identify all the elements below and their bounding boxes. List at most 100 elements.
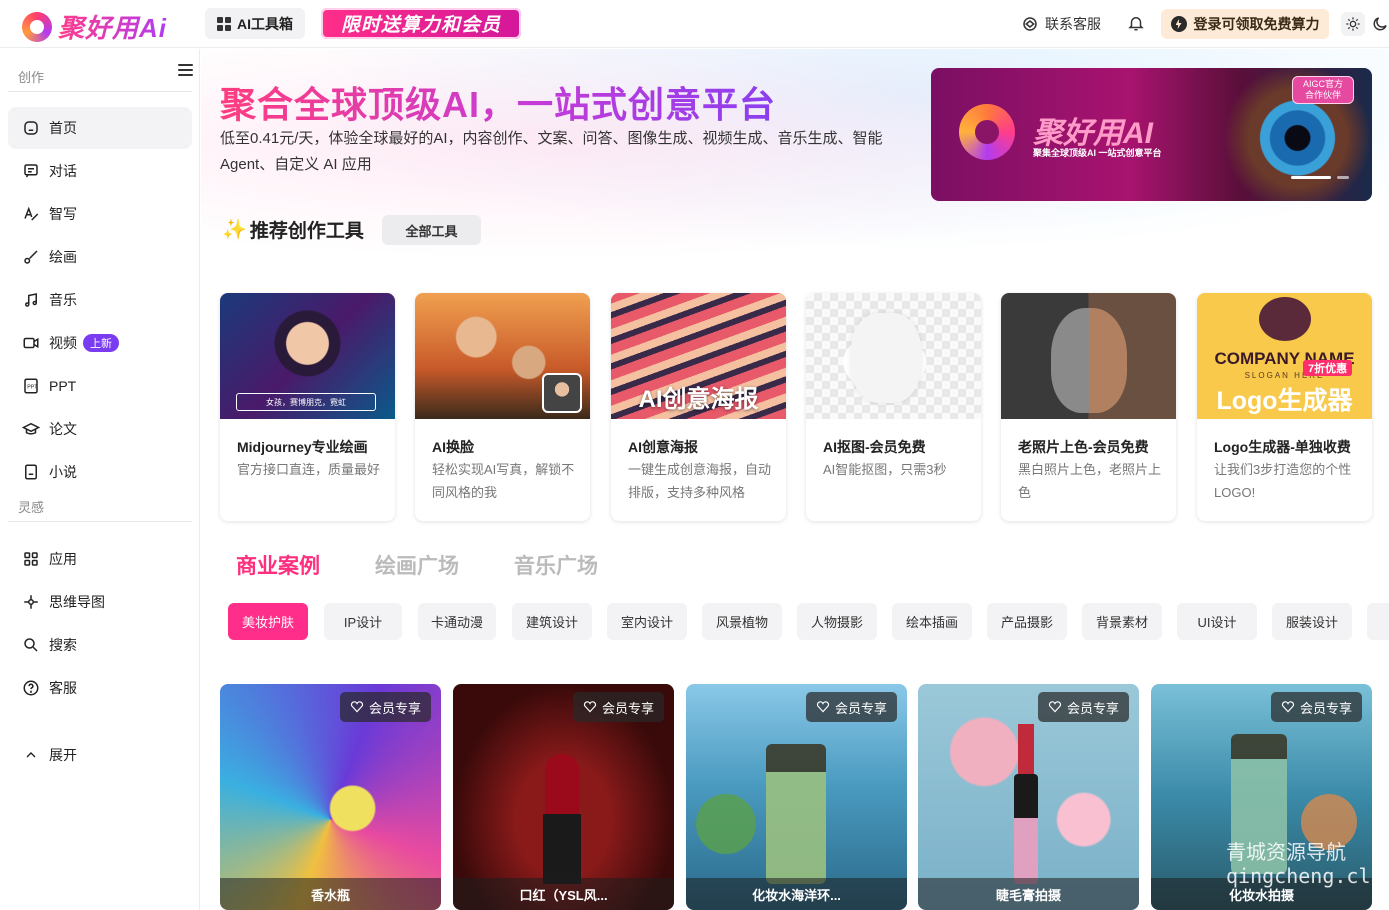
leaf-image: [696, 794, 756, 854]
tool-card-logo[interactable]: COMPANY NAME SLOGAN HERE Logo生成器 7折优惠 Lo…: [1197, 293, 1372, 521]
chip-cartoon[interactable]: 卡通动漫: [418, 603, 496, 640]
sidebar-item-write[interactable]: 智写: [8, 193, 192, 235]
help-icon: [22, 679, 40, 697]
vip-label: 会员专享: [601, 700, 654, 716]
chip-beauty[interactable]: 美妆护肤: [228, 603, 308, 640]
tool-card-faceswap[interactable]: AI换脸 轻松实现AI写真，解锁不同风格的我: [415, 293, 590, 521]
all-tools-button[interactable]: 全部工具: [382, 215, 481, 245]
sidebar-expand-button[interactable]: 展开: [8, 734, 192, 776]
sidebar-item-label: 论文: [49, 421, 77, 437]
bell-icon[interactable]: [1127, 14, 1145, 32]
chip-landscape[interactable]: 风景植物: [702, 603, 782, 640]
chip-portrait[interactable]: 人物摄影: [797, 603, 877, 640]
case-card-lipstick[interactable]: 会员专享 口红（YSL风...: [453, 684, 674, 910]
sidebar-item-apps[interactable]: 应用: [8, 538, 192, 580]
sidebar-item-label: 思维导图: [49, 594, 105, 610]
chip-ip-design[interactable]: IP设计: [324, 603, 402, 640]
carousel-dot[interactable]: [1337, 176, 1349, 179]
prompt-overlay: 女孩，赛博朋克，霓虹: [236, 393, 376, 411]
tool-card-cutout[interactable]: AI抠图-会员免费 AI智能抠图，只需3秒: [806, 293, 981, 521]
logo-text: 聚好用Ai: [58, 8, 167, 45]
case-caption: 香水瓶: [220, 878, 441, 910]
case-card-mascara[interactable]: 会员专享 睫毛膏拍摄: [918, 684, 1139, 910]
tool-card-midjourney[interactable]: 女孩，赛博朋克，霓虹 Midjourney专业绘画 官方接口直连，质量最好: [220, 293, 395, 521]
sidebar: 创作 首页 对话 智写 绘画 音乐 视频 上新 PPT PPT 论文 小说 灵感: [0, 49, 200, 910]
sidebar-item-home[interactable]: 首页: [8, 107, 192, 149]
chip-more[interactable]: [1367, 603, 1389, 640]
chip-background[interactable]: 背景素材: [1082, 603, 1162, 640]
new-badge: 上新: [83, 334, 119, 352]
light-mode-button[interactable]: [1341, 12, 1365, 36]
case-caption: 化妆水海洋环...: [686, 878, 907, 910]
case-card-perfume[interactable]: 会员专享 香水瓶: [220, 684, 441, 910]
tool-card-colorize[interactable]: 老照片上色-会员免费 黑白照片上色，老照片上色: [1001, 293, 1176, 521]
hero-title: 聚合全球顶级AI，一站式创意平台: [220, 76, 776, 128]
chip-fashion[interactable]: 服装设计: [1272, 603, 1352, 640]
chip-interior[interactable]: 室内设计: [607, 603, 687, 640]
sidebar-header: 创作: [8, 49, 193, 92]
watermark: 青城资源导航 qingcheng.club: [1226, 840, 1389, 888]
banner-tag-line1: AIGC官方: [1302, 79, 1343, 89]
sidebar-item-draw[interactable]: 绘画: [8, 236, 192, 278]
case-card-toner-ocean[interactable]: 会员专享 化妆水海洋环...: [686, 684, 907, 910]
login-button[interactable]: 登录可领取免费算力: [1161, 9, 1329, 39]
search-icon: [22, 636, 40, 654]
sidebar-item-label: 绘画: [49, 249, 77, 265]
ai-toolbox-button[interactable]: AI工具箱: [205, 8, 305, 39]
sidebar-item-ppt[interactable]: PPT PPT: [8, 365, 192, 407]
discount-badge: 7折优惠: [1303, 360, 1353, 376]
sidebar-item-mindmap[interactable]: 思维导图: [8, 581, 192, 623]
face-thumbnail: [542, 373, 582, 413]
case-caption: 口红（YSL风...: [453, 878, 674, 910]
tool-card-poster[interactable]: AI创意海报 AI创意海报 一键生成创意海报，自动排版，支持多种风格: [611, 293, 786, 521]
tool-image: [415, 293, 590, 419]
tab-music-square[interactable]: 音乐广场: [514, 550, 598, 580]
write-icon: [22, 205, 40, 223]
sparkle-icon: ✨: [222, 219, 247, 241]
login-button-label: 登录可领取免费算力: [1193, 16, 1320, 32]
brand-logo[interactable]: 聚好用Ai: [22, 8, 167, 45]
tab-drawing-square[interactable]: 绘画广场: [375, 550, 459, 580]
chip-architecture[interactable]: 建筑设计: [512, 603, 592, 640]
sidebar-item-video[interactable]: 视频 上新: [8, 322, 192, 364]
carousel-dot-active[interactable]: [1291, 176, 1331, 179]
logo-generator-text: Logo生成器: [1216, 387, 1353, 415]
sidebar-item-label: 小说: [49, 464, 77, 480]
poster-overlay-text: AI创意海报: [638, 386, 759, 413]
promo-carousel-banner[interactable]: 聚好用AI 聚集全球顶级AI 一站式创意平台 AIGC官方 合作伙伴: [931, 68, 1372, 201]
sidebar-item-paper[interactable]: 论文: [8, 408, 192, 450]
section-label-inspire: 灵感: [18, 500, 45, 515]
sidebar-item-support[interactable]: 客服: [8, 667, 192, 709]
chip-product[interactable]: 产品摄影: [987, 603, 1067, 640]
mascara-brush-image: [1018, 724, 1034, 774]
carousel-indicator[interactable]: [1291, 176, 1351, 180]
contact-support-button[interactable]: 联系客服: [1021, 14, 1101, 34]
sidebar-item-chat[interactable]: 对话: [8, 150, 192, 192]
contact-support-label: 联系客服: [1045, 16, 1101, 32]
graduation-cap-icon: [22, 420, 40, 438]
tool-name: Logo生成器-单独收费: [1214, 439, 1351, 455]
tool-name: AI换脸: [432, 439, 474, 455]
sidebar-item-music[interactable]: 音乐: [8, 279, 192, 321]
diamond-heart-icon: [1281, 701, 1295, 713]
ai-toolbox-label: AI工具箱: [237, 15, 293, 32]
chip-ui-design[interactable]: UI设计: [1177, 603, 1257, 640]
tool-name: AI抠图-会员免费: [823, 439, 926, 455]
moon-icon[interactable]: [1371, 15, 1389, 33]
tool-image: 女孩，赛博朋克，霓虹: [220, 293, 395, 419]
lipstick-image: [545, 754, 579, 814]
sidebar-item-label: 对话: [49, 163, 77, 179]
chip-illustration[interactable]: 绘本插画: [892, 603, 972, 640]
menu-collapse-icon[interactable]: [178, 64, 193, 76]
lipstick-case-image: [543, 814, 581, 884]
sidebar-item-novel[interactable]: 小说: [8, 451, 192, 493]
sidebar-item-search[interactable]: 搜索: [8, 624, 192, 666]
vip-badge: 会员专享: [572, 692, 664, 722]
promo-banner-button[interactable]: 限时送算力和会员: [321, 8, 521, 39]
sidebar-item-label: PPT: [49, 378, 77, 394]
sidebar-item-label: 首页: [49, 120, 77, 136]
tool-desc: 官方接口直连，质量最好: [237, 462, 381, 477]
grid-icon: [217, 16, 231, 31]
tab-business-cases[interactable]: 商业案例: [236, 550, 320, 580]
hero-description: 低至0.41元/天，体验全球最好的AI，内容创作、文案、问答、图像生成、视频生成…: [220, 130, 883, 173]
